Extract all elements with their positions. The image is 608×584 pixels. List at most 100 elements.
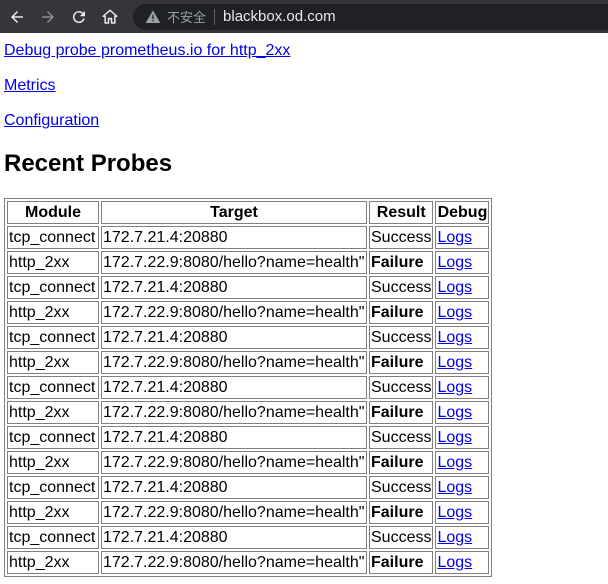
table-row: http_2xx 172.7.22.9:8080/hello?name=heal… (7, 451, 490, 474)
cell-debug: Logs (435, 526, 490, 549)
metrics-link-line: Metrics (4, 77, 56, 95)
cell-target: 172.7.22.9:8080/hello?name=health" (101, 301, 367, 324)
cell-debug: Logs (435, 426, 490, 449)
table-row: http_2xx 172.7.22.9:8080/hello?name=heal… (7, 551, 490, 574)
home-button[interactable] (99, 6, 121, 28)
cell-debug: Logs (435, 301, 490, 324)
table-body: tcp_connect 172.7.21.4:20880 Success Log… (7, 226, 490, 574)
cell-result: Success (369, 376, 434, 399)
debug-probe-link[interactable]: Debug probe prometheus.io for http_2xx (4, 42, 290, 59)
cell-result: Failure (369, 351, 434, 374)
logs-link[interactable]: Logs (437, 454, 472, 471)
cell-target: 172.7.22.9:8080/hello?name=health" (101, 401, 367, 424)
cell-module: http_2xx (7, 451, 99, 474)
cell-module: http_2xx (7, 501, 99, 524)
table-row: http_2xx 172.7.22.9:8080/hello?name=heal… (7, 401, 490, 424)
cell-target: 172.7.21.4:20880 (101, 226, 367, 249)
cell-target: 172.7.21.4:20880 (101, 326, 367, 349)
logs-link[interactable]: Logs (437, 529, 472, 546)
cell-target: 172.7.22.9:8080/hello?name=health" (101, 551, 367, 574)
arrow-left-icon (11, 10, 23, 23)
cell-module: tcp_connect (7, 476, 99, 499)
cell-module: http_2xx (7, 401, 99, 424)
cell-result: Failure (369, 501, 434, 524)
table-row: tcp_connect 172.7.21.4:20880 Success Log… (7, 376, 490, 399)
table-row: tcp_connect 172.7.21.4:20880 Success Log… (7, 526, 490, 549)
address-bar[interactable]: 不安全 blackbox.od.com (133, 3, 608, 30)
cell-target: 172.7.22.9:8080/hello?name=health" (101, 501, 367, 524)
cell-result: Success (369, 326, 434, 349)
cell-result: Success (369, 526, 434, 549)
cell-result: Success (369, 276, 434, 299)
cell-module: http_2xx (7, 251, 99, 274)
cell-module: tcp_connect (7, 426, 99, 449)
table-row: tcp_connect 172.7.21.4:20880 Success Log… (7, 226, 490, 249)
logs-link[interactable]: Logs (437, 354, 472, 371)
cell-result: Success (369, 226, 434, 249)
cell-module: tcp_connect (7, 526, 99, 549)
browser-toolbar: 不安全 blackbox.od.com (0, 0, 608, 33)
header-module: Module (7, 201, 99, 224)
cell-debug: Logs (435, 501, 490, 524)
logs-link[interactable]: Logs (437, 379, 472, 396)
warning-icon (145, 9, 161, 23)
cell-module: tcp_connect (7, 226, 99, 249)
logs-link[interactable]: Logs (437, 554, 472, 571)
cell-target: 172.7.21.4:20880 (101, 526, 367, 549)
cell-result: Failure (369, 301, 434, 324)
logs-link[interactable]: Logs (437, 429, 472, 446)
cell-module: http_2xx (7, 351, 99, 374)
logs-link[interactable]: Logs (437, 479, 472, 496)
forward-button[interactable] (37, 6, 59, 28)
table-row: http_2xx 172.7.22.9:8080/hello?name=heal… (7, 251, 490, 274)
page-title: Recent Probes (4, 150, 173, 177)
recent-probes-table: Module Target Result Debug tcp_connect 1… (4, 198, 493, 577)
logs-link[interactable]: Logs (437, 304, 472, 321)
cell-debug: Logs (435, 251, 490, 274)
not-secure-label: 不安全 (167, 10, 207, 25)
table-row: tcp_connect 172.7.21.4:20880 Success Log… (7, 426, 490, 449)
logs-link[interactable]: Logs (437, 329, 472, 346)
back-button[interactable] (6, 6, 28, 28)
cell-debug: Logs (435, 551, 490, 574)
logs-link[interactable]: Logs (437, 254, 472, 271)
cell-debug: Logs (435, 351, 490, 374)
header-result: Result (369, 201, 434, 224)
table-row: tcp_connect 172.7.21.4:20880 Success Log… (7, 476, 490, 499)
logs-link[interactable]: Logs (437, 229, 472, 246)
cell-target: 172.7.21.4:20880 (101, 276, 367, 299)
cell-debug: Logs (435, 401, 490, 424)
cell-debug: Logs (435, 451, 490, 474)
cell-target: 172.7.22.9:8080/hello?name=health" (101, 251, 367, 274)
logs-link[interactable]: Logs (437, 279, 472, 296)
cell-result: Success (369, 426, 434, 449)
cell-module: http_2xx (7, 551, 99, 574)
cell-debug: Logs (435, 226, 490, 249)
cell-target: 172.7.21.4:20880 (101, 376, 367, 399)
table-row: http_2xx 172.7.22.9:8080/hello?name=heal… (7, 351, 490, 374)
metrics-link[interactable]: Metrics (4, 77, 56, 94)
configuration-link[interactable]: Configuration (4, 112, 99, 129)
cell-result: Failure (369, 401, 434, 424)
table-row: http_2xx 172.7.22.9:8080/hello?name=heal… (7, 301, 490, 324)
reload-button[interactable] (68, 6, 90, 28)
url-text[interactable]: blackbox.od.com (223, 8, 336, 25)
configuration-link-line: Configuration (4, 112, 99, 130)
cell-target: 172.7.22.9:8080/hello?name=health" (101, 351, 367, 374)
table-row: http_2xx 172.7.22.9:8080/hello?name=heal… (7, 501, 490, 524)
cell-result: Success (369, 476, 434, 499)
cell-target: 172.7.21.4:20880 (101, 476, 367, 499)
cell-debug: Logs (435, 476, 490, 499)
cell-debug: Logs (435, 326, 490, 349)
logs-link[interactable]: Logs (437, 504, 472, 521)
table-header-row: Module Target Result Debug (7, 201, 490, 224)
debug-link-line: Debug probe prometheus.io for http_2xx (4, 42, 290, 60)
cell-result: Failure (369, 551, 434, 574)
cell-debug: Logs (435, 376, 490, 399)
cell-module: http_2xx (7, 301, 99, 324)
cell-module: tcp_connect (7, 376, 99, 399)
cell-module: tcp_connect (7, 276, 99, 299)
cell-target: 172.7.22.9:8080/hello?name=health" (101, 451, 367, 474)
cell-target: 172.7.21.4:20880 (101, 426, 367, 449)
logs-link[interactable]: Logs (437, 404, 472, 421)
